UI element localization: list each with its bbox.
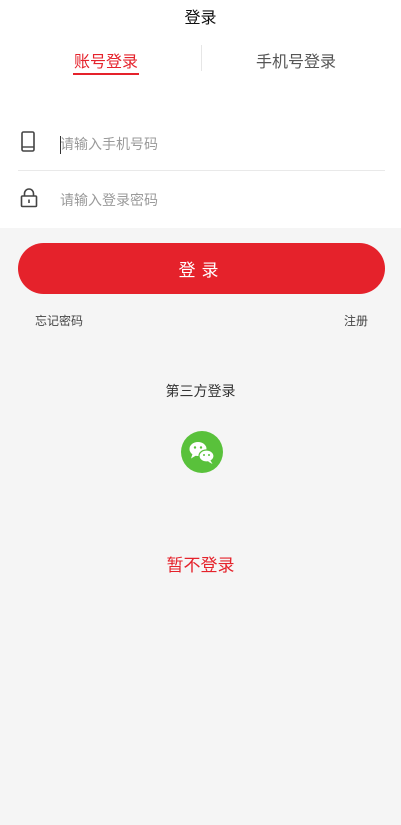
third-party-login-title: 第三方登录 [165, 384, 236, 400]
phone-input[interactable] [60, 133, 360, 157]
active-tab-indicator [73, 73, 139, 75]
field-divider [18, 170, 385, 171]
wechat-icon [189, 442, 215, 464]
login-form-panel: 登录 账号登录 手机号登录 [0, 0, 401, 228]
skip-login-link[interactable]: 暂不登录 [0, 551, 401, 576]
page-title: 登录 [184, 8, 217, 27]
text-cursor [60, 136, 61, 154]
register-link[interactable]: 注册 [344, 312, 368, 329]
wechat-login-button[interactable] [181, 431, 223, 473]
password-input[interactable] [60, 189, 360, 213]
tab-account-login[interactable]: 账号登录 [70, 48, 142, 72]
login-button[interactable]: 登录 [18, 243, 385, 294]
phone-icon [20, 131, 36, 157]
lock-icon [20, 188, 38, 212]
tab-phone-login[interactable]: 手机号登录 [250, 48, 342, 72]
tab-divider [201, 45, 202, 71]
forgot-password-link[interactable]: 忘记密码 [35, 312, 83, 329]
